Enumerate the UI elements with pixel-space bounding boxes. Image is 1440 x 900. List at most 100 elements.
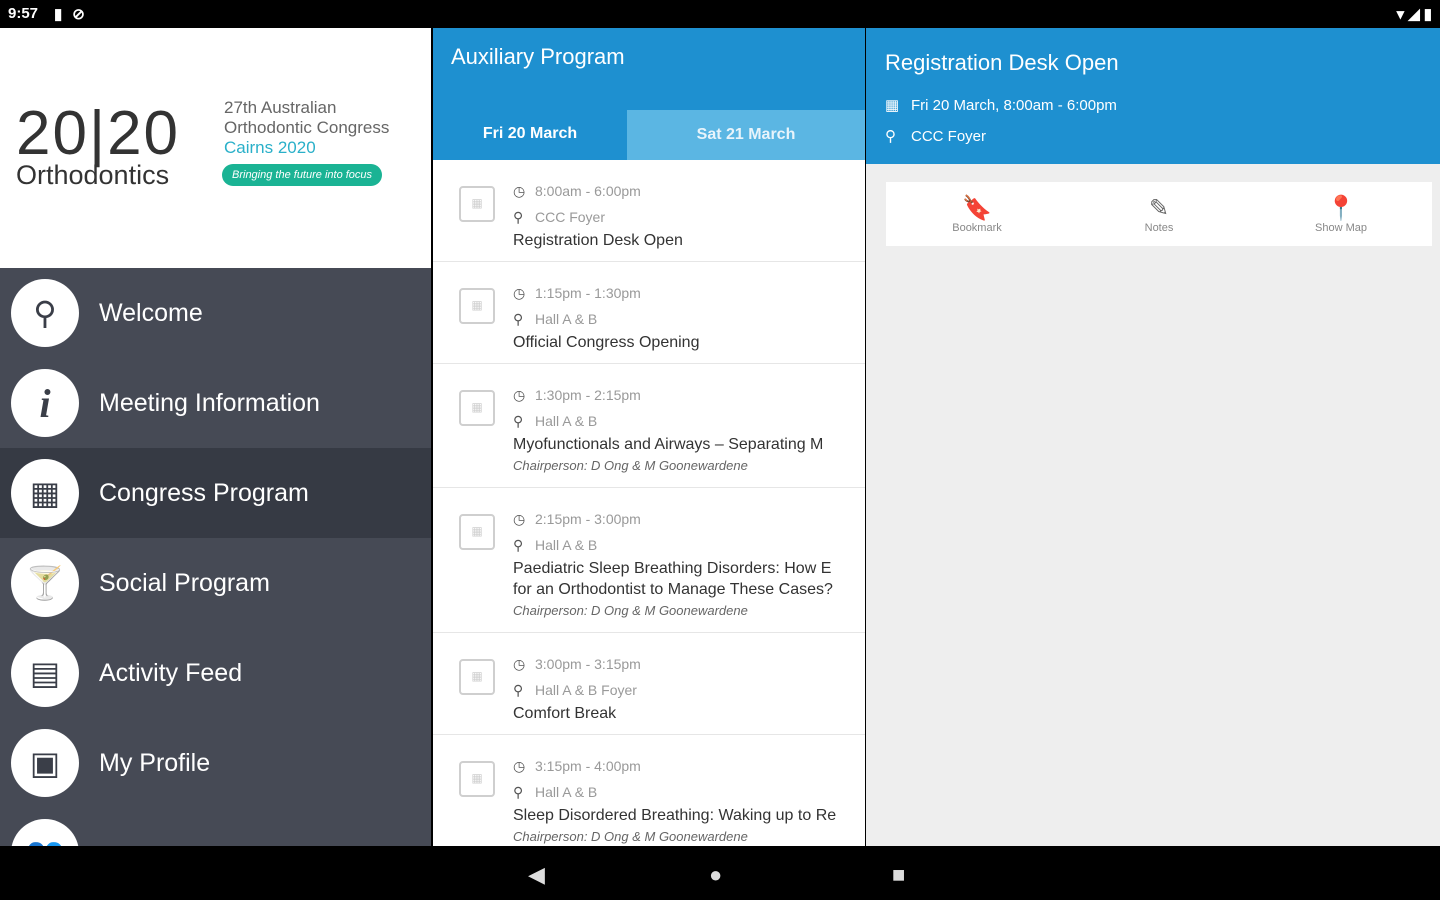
- menu-item-activity-feed[interactable]: ▤ Activity Feed: [0, 628, 431, 718]
- show-map-button[interactable]: 📍 Show Map: [1250, 182, 1432, 246]
- status-right-icons: ▾ ◢ ▮: [1397, 5, 1432, 23]
- entry-location: ⚲ Hall A & B Foyer: [513, 677, 865, 703]
- detail-location: ⚲ CCC Foyer: [885, 127, 986, 145]
- battery-icon: ▮: [1423, 6, 1432, 23]
- list-item[interactable]: ▦ ◷ 3:15pm - 4:00pm ⚲ Hall A & B Sleep Dis…: [433, 735, 865, 846]
- location-pin-icon: ⚲: [513, 784, 524, 800]
- system-nav-bar: ◀ ● ■: [0, 846, 1440, 900]
- congress-logo: 20|20 Orthodontics 27th Australian Ortho…: [0, 28, 431, 268]
- entry-location-text: Hall A & B Foyer: [535, 682, 637, 698]
- calendar-icon: ▦: [459, 761, 495, 797]
- entry-time-text: 2:15pm - 3:00pm: [535, 511, 641, 527]
- logo-subtitle: 27th Australian Orthodontic Congress Cai…: [224, 98, 389, 158]
- clock-icon: ◷: [513, 656, 526, 672]
- location-pin-icon: ⚲: [885, 128, 896, 145]
- location-pin-icon: ⚲: [513, 209, 524, 225]
- session-detail-panel: Registration Desk Open ▦ Fri 20 March, 8:…: [866, 28, 1440, 846]
- info-icon: i: [11, 369, 79, 437]
- menu-label: Social Program: [99, 569, 270, 597]
- list-item[interactable]: ▦ ◷ 8:00am - 6:00pm ⚲ CCC Foyer Registrati…: [433, 160, 865, 262]
- entry-time-text: 3:00pm - 3:15pm: [535, 656, 641, 672]
- home-icon[interactable]: ●: [709, 862, 722, 888]
- sd-card-icon: ▮: [54, 6, 63, 23]
- entry-location: ⚲ Hall A & B: [513, 779, 865, 805]
- entry-location-text: Hall A & B: [535, 413, 598, 429]
- menu-item-my-profile[interactable]: ▣ My Profile: [0, 718, 431, 808]
- logo-tagline: Bringing the future into focus: [222, 164, 383, 186]
- list-item[interactable]: ▦ ◷ 1:15pm - 1:30pm ⚲ Hall A & B Official …: [433, 262, 865, 364]
- entry-location-text: Hall A & B: [535, 537, 598, 553]
- entry-title: Myofunctionals and Airways – Separating …: [513, 436, 824, 453]
- program-list-panel: Auxiliary Program Fri 20 March Sat 21 Ma…: [433, 28, 865, 846]
- tab-fri-20-march[interactable]: Fri 20 March: [433, 110, 627, 160]
- entry-title: Registration Desk Open: [513, 232, 683, 249]
- logo-line-3: Cairns 2020: [224, 138, 316, 157]
- signal-icon: ◢: [1408, 6, 1420, 23]
- entry-title: Official Congress Opening: [513, 334, 700, 351]
- calendar-icon: ▦: [11, 459, 79, 527]
- list-item[interactable]: ▦ ◷ 2:15pm - 3:00pm ⚲ Hall A & B Paediatri…: [433, 488, 865, 633]
- entry-location: ⚲ Hall A & B: [513, 306, 865, 332]
- entry-title: Paediatric Sleep Breathing Disorders: Ho…: [513, 560, 832, 577]
- nav-drawer: 20|20 Orthodontics 27th Australian Ortho…: [0, 28, 431, 846]
- clock-icon: ◷: [513, 511, 526, 527]
- wifi-icon: ▾: [1396, 6, 1405, 23]
- entry-time: ◷ 2:15pm - 3:00pm: [513, 506, 865, 532]
- program-title: Auxiliary Program: [451, 44, 625, 69]
- detail-header: Registration Desk Open ▦ Fri 20 March, 8:…: [866, 28, 1440, 164]
- location-pin-icon: ⚲: [513, 311, 524, 327]
- entry-time: ◷ 8:00am - 6:00pm: [513, 178, 865, 204]
- logo-orthodontics: Orthodontics: [16, 160, 170, 190]
- menu-label: My Profile: [99, 749, 211, 777]
- detail-location-text: CCC Foyer: [911, 128, 987, 145]
- bookmark-icon: 🔖: [962, 195, 992, 222]
- people-icon: 👥: [11, 819, 79, 846]
- entry-location: ⚲ CCC Foyer: [513, 204, 865, 230]
- menu-item-welcome[interactable]: ⚲ Welcome: [0, 268, 431, 358]
- detail-date: ▦ Fri 20 March, 8:00am - 6:00pm: [885, 96, 1117, 114]
- notes-button[interactable]: ✎ Notes: [1068, 182, 1250, 246]
- entry-time: ◷ 3:15pm - 4:00pm: [513, 753, 865, 779]
- menu-item-meeting-information[interactable]: i Meeting Information: [0, 358, 431, 448]
- feed-icon: ▤: [11, 639, 79, 707]
- logo-2020: 20|20: [16, 99, 181, 168]
- detail-date-text: Fri 20 March, 8:00am - 6:00pm: [911, 97, 1117, 114]
- clock-icon: ◷: [513, 387, 526, 403]
- menu-label: Welcome: [99, 299, 203, 327]
- entry-location-text: Hall A & B: [535, 784, 598, 800]
- pencil-icon: ✎: [1148, 195, 1170, 222]
- tab-sat-21-march[interactable]: Sat 21 March: [627, 110, 865, 160]
- calendar-icon: ▦: [885, 97, 900, 114]
- list-item[interactable]: ▦ ◷ 1:30pm - 2:15pm ⚲ Hall A & B Myofuncti…: [433, 364, 865, 488]
- menu-item-partial[interactable]: 👥: [0, 808, 431, 846]
- entry-time-text: 1:30pm - 2:15pm: [535, 387, 641, 403]
- entry-time-text: 8:00am - 6:00pm: [535, 183, 641, 199]
- clock-icon: ◷: [513, 183, 526, 199]
- status-notification-icons: ▮ ⊘: [54, 5, 85, 23]
- menu-item-congress-program[interactable]: ▦ Congress Program: [0, 448, 431, 538]
- menu-label: Meeting Information: [99, 389, 320, 417]
- list-item[interactable]: ▦ ◷ 3:00pm - 3:15pm ⚲ Hall A & B Foyer Com…: [433, 633, 865, 735]
- dnd-icon: ⊘: [72, 6, 85, 23]
- bookmark-button[interactable]: 🔖 Bookmark: [886, 182, 1068, 246]
- entry-location: ⚲ Hall A & B: [513, 532, 865, 558]
- program-header: Auxiliary Program Fri 20 March Sat 21 Ma…: [433, 28, 865, 160]
- entry-title: Comfort Break: [513, 705, 617, 722]
- calendar-icon: ▦: [459, 288, 495, 324]
- calendar-icon: ▦: [459, 514, 495, 550]
- entry-chairperson: Chairperson: D Ong & M Goonewardene: [513, 458, 748, 473]
- clock-icon: ◷: [513, 758, 526, 774]
- back-icon[interactable]: ◀: [528, 862, 545, 888]
- entry-title: Sleep Disordered Breathing: Waking up to…: [513, 807, 837, 824]
- entry-location-text: Hall A & B: [535, 311, 598, 327]
- menu-item-social-program[interactable]: 🍸 Social Program: [0, 538, 431, 628]
- detail-title: Registration Desk Open: [885, 50, 1119, 75]
- menu-label: Activity Feed: [99, 659, 243, 687]
- entry-time-text: 1:15pm - 1:30pm: [535, 285, 641, 301]
- detail-actions: 🔖 Bookmark ✎ Notes 📍 Show Map: [886, 182, 1432, 246]
- recents-icon[interactable]: ■: [892, 862, 905, 888]
- entry-title-line-2: for an Orthodontist to Manage These Case…: [513, 581, 833, 598]
- clock-icon: ◷: [513, 285, 526, 301]
- menu-label: Congress Program: [99, 479, 309, 507]
- location-pin-icon: ⚲: [513, 537, 524, 553]
